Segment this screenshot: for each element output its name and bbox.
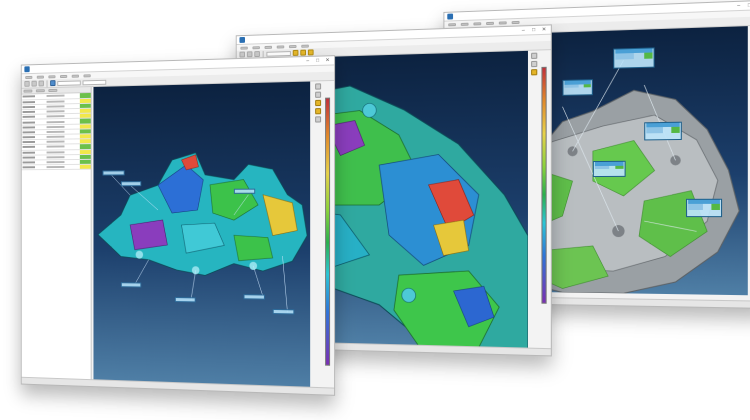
minimize-icon[interactable]: – — [520, 27, 527, 33]
front-3d-viewport[interactable] — [93, 81, 311, 388]
front-model-render — [93, 82, 310, 388]
menu-item[interactable] — [301, 44, 309, 48]
menu-item[interactable] — [240, 46, 248, 50]
measurement-callout[interactable] — [644, 121, 682, 141]
toolbar-button[interactable] — [254, 51, 260, 58]
menu-item[interactable] — [25, 75, 33, 79]
toolbar-button[interactable] — [38, 80, 44, 87]
maximize-icon[interactable]: □ — [314, 58, 321, 64]
annotation-label[interactable] — [272, 308, 295, 315]
toolbar-combo-field[interactable] — [57, 79, 81, 86]
view-tool-button[interactable] — [315, 83, 322, 90]
minimize-icon[interactable]: – — [735, 3, 743, 9]
maximize-icon[interactable]: □ — [530, 27, 537, 33]
app-logo-icon — [239, 36, 246, 43]
view-tool-button[interactable] — [315, 108, 322, 115]
toolbar-button[interactable] — [50, 80, 56, 87]
view-tool-button[interactable] — [531, 69, 538, 76]
maximize-icon[interactable]: □ — [746, 2, 750, 8]
measurement-callout[interactable] — [592, 160, 626, 178]
toolbar-button[interactable] — [300, 49, 307, 56]
front-right-toolbar — [314, 83, 322, 123]
front-application-window: – □ ✕ — [20, 55, 336, 396]
menu-item[interactable] — [498, 20, 507, 25]
callout-row — [594, 165, 624, 170]
close-icon[interactable]: ✕ — [324, 57, 331, 63]
deviation-color-scale — [325, 97, 331, 366]
row-value-cell — [46, 164, 80, 170]
minimize-icon[interactable]: – — [304, 58, 311, 64]
menu-item[interactable] — [473, 21, 482, 25]
view-tool-button[interactable] — [531, 52, 538, 59]
annotation-label[interactable] — [102, 170, 125, 176]
toolbar-button[interactable] — [31, 80, 37, 87]
toolbar-combo-field[interactable] — [82, 79, 107, 85]
table-row[interactable] — [21, 164, 91, 171]
toolbar-button[interactable] — [292, 49, 299, 56]
callout-row — [615, 55, 653, 60]
panel-tab[interactable] — [48, 88, 58, 93]
annotation-label[interactable] — [120, 282, 142, 288]
panel-tab[interactable] — [23, 89, 33, 93]
callout-row — [688, 206, 720, 210]
menu-item[interactable] — [83, 73, 91, 77]
menu-item[interactable] — [48, 74, 56, 78]
measurement-callout[interactable] — [613, 47, 655, 69]
view-tool-button[interactable] — [315, 99, 322, 107]
toolbar-combo-field[interactable] — [266, 50, 291, 57]
app-logo-icon — [447, 13, 454, 20]
row-status-cell — [79, 164, 91, 170]
menu-item[interactable] — [460, 22, 469, 26]
inspection-results-panel — [21, 87, 92, 381]
measurement-callout[interactable] — [686, 198, 723, 218]
menu-item[interactable] — [71, 74, 79, 78]
menu-item[interactable] — [276, 44, 285, 49]
menu-item[interactable] — [288, 44, 297, 48]
menu-item[interactable] — [60, 74, 68, 78]
view-tool-button[interactable] — [315, 91, 322, 98]
view-tool-button[interactable] — [315, 116, 322, 123]
callout-row — [564, 84, 591, 88]
annotation-label[interactable] — [174, 297, 196, 303]
toolbar-button[interactable] — [307, 49, 314, 56]
annotation-label[interactable] — [243, 294, 265, 300]
menu-item[interactable] — [252, 45, 260, 49]
row-name-cell — [21, 164, 47, 171]
menu-item[interactable] — [486, 21, 494, 25]
toolbar-button[interactable] — [24, 80, 30, 87]
measurement-callout[interactable] — [562, 79, 593, 96]
toolbar-separator — [46, 79, 48, 87]
annotation-label[interactable] — [120, 181, 142, 187]
deviation-color-scale — [541, 66, 547, 304]
screenshot-stage: – □ ✕ — [0, 0, 750, 420]
menu-item[interactable] — [264, 45, 273, 49]
panel-tab[interactable] — [35, 89, 45, 93]
annotation-label[interactable] — [233, 188, 256, 194]
menu-item[interactable] — [511, 20, 520, 24]
close-icon[interactable]: ✕ — [540, 27, 547, 33]
toolbar-button[interactable] — [239, 51, 246, 58]
callout-row — [646, 129, 680, 134]
middle-right-toolbar — [530, 52, 538, 76]
menu-item[interactable] — [36, 75, 44, 79]
app-logo-icon — [24, 66, 30, 73]
menu-item[interactable] — [448, 22, 456, 26]
results-table — [21, 92, 91, 171]
toolbar-button[interactable] — [246, 51, 253, 58]
view-tool-button[interactable] — [531, 60, 538, 68]
